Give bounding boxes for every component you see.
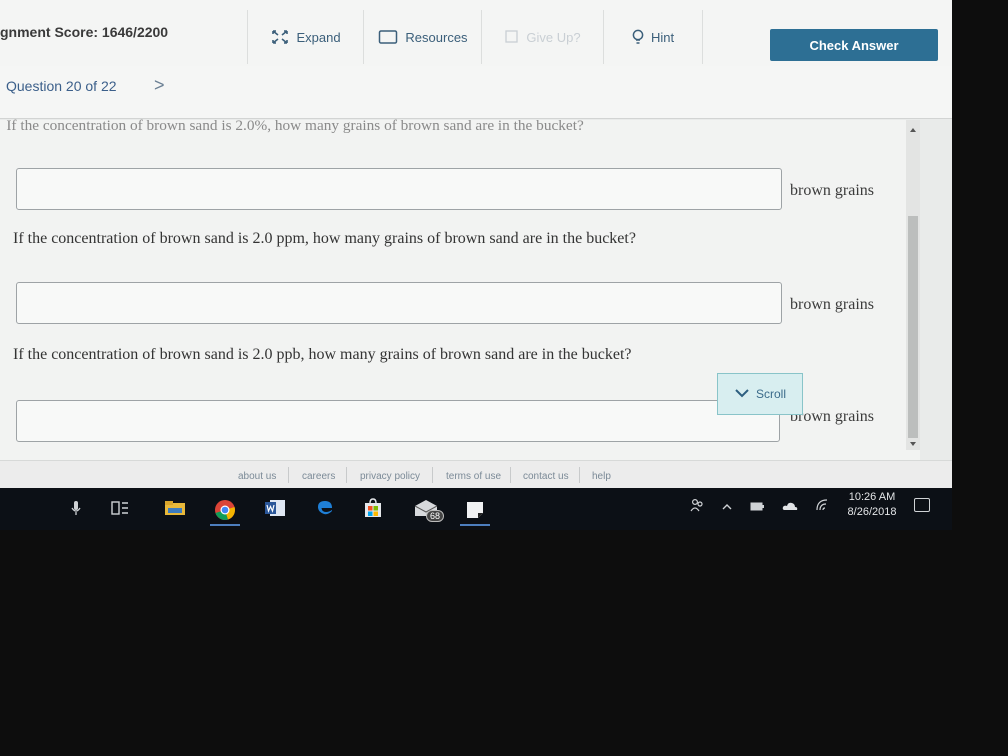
system-clock[interactable]: 10:26 AM 8/26/2018 bbox=[836, 490, 908, 520]
assignment-score: gnment Score: 1646/2200 bbox=[0, 24, 169, 40]
wifi-icon[interactable] bbox=[816, 499, 830, 514]
footer-divider bbox=[432, 467, 433, 483]
people-icon[interactable] bbox=[690, 498, 704, 515]
expand-label: Expand bbox=[296, 29, 341, 45]
answer-unit-2: brown grains bbox=[790, 296, 874, 313]
chrome-icon[interactable] bbox=[210, 496, 240, 526]
expand-button[interactable]: Expand bbox=[247, 10, 364, 64]
onedrive-icon[interactable] bbox=[782, 500, 798, 514]
hint-label: Hint bbox=[650, 29, 675, 45]
answer-input-1[interactable] bbox=[16, 168, 782, 210]
lightbulb-icon bbox=[632, 29, 644, 46]
scroll-button[interactable]: Scroll bbox=[717, 373, 803, 415]
scroll-down-arrow-icon[interactable] bbox=[910, 442, 916, 446]
scrollbar-thumb[interactable] bbox=[908, 216, 918, 438]
system-tray bbox=[690, 498, 830, 515]
footer-divider bbox=[579, 467, 580, 483]
question-content: If the concentration of brown sand is 2.… bbox=[0, 118, 920, 460]
notification-center-icon[interactable] bbox=[914, 498, 930, 512]
question-counter[interactable]: Question 20 of 22 bbox=[6, 78, 117, 94]
footer-link-contact[interactable]: contact us bbox=[523, 471, 569, 482]
answer-unit-1: brown grains bbox=[790, 182, 874, 199]
chevron-up-icon[interactable] bbox=[722, 500, 732, 514]
store-icon[interactable] bbox=[360, 496, 386, 520]
task-view-icon[interactable] bbox=[108, 496, 132, 520]
assignment-toolbar: gnment Score: 1646/2200 Expand Resources… bbox=[0, 0, 952, 67]
footer-link-careers[interactable]: careers bbox=[302, 471, 335, 482]
chevron-down-icon bbox=[734, 387, 750, 401]
check-answer-button[interactable]: Check Answer bbox=[770, 29, 938, 61]
file-explorer-icon[interactable] bbox=[162, 496, 188, 520]
battery-icon[interactable] bbox=[750, 500, 764, 514]
clock-time: 10:26 AM bbox=[848, 491, 896, 503]
partially-hidden-question: If the concentration of brown sand is 2.… bbox=[6, 118, 584, 134]
scroll-label: Scroll bbox=[755, 387, 786, 401]
resources-label: Resources bbox=[405, 29, 468, 45]
word-icon[interactable] bbox=[262, 496, 288, 520]
scroll-up-arrow-icon[interactable] bbox=[910, 128, 916, 132]
footer-divider bbox=[288, 467, 289, 483]
folder-icon bbox=[378, 29, 398, 45]
footer-link-help[interactable]: help bbox=[592, 471, 611, 482]
give-up-label: Give Up? bbox=[526, 29, 581, 45]
question-ppb: If the concentration of brown sand is 2.… bbox=[13, 346, 632, 363]
next-question-button[interactable]: > bbox=[154, 75, 165, 96]
windows-taskbar: 68 10:26 AM 8/26/2018 bbox=[0, 488, 952, 530]
resources-button[interactable]: Resources bbox=[363, 10, 482, 64]
answer-input-2[interactable] bbox=[16, 282, 782, 324]
flag-icon bbox=[505, 30, 519, 44]
page-footer: about us careers privacy policy terms of… bbox=[0, 460, 952, 489]
question-navigation: Question 20 of 22 > bbox=[0, 66, 952, 119]
footer-link-about[interactable]: about us bbox=[238, 471, 276, 482]
mail-icon[interactable]: 68 bbox=[410, 496, 445, 522]
footer-link-privacy[interactable]: privacy policy bbox=[360, 471, 420, 482]
footer-divider bbox=[510, 467, 511, 483]
expand-icon bbox=[271, 29, 289, 45]
hint-button[interactable]: Hint bbox=[603, 10, 703, 64]
mail-badge: 68 bbox=[426, 510, 445, 522]
microphone-icon[interactable] bbox=[64, 496, 88, 520]
clock-date: 8/26/2018 bbox=[847, 506, 897, 518]
answer-input-3[interactable] bbox=[16, 400, 780, 442]
footer-divider bbox=[346, 467, 347, 483]
vertical-scrollbar[interactable] bbox=[906, 120, 920, 450]
edge-icon[interactable] bbox=[312, 496, 338, 520]
question-ppm: If the concentration of brown sand is 2.… bbox=[13, 230, 636, 247]
footer-link-terms[interactable]: terms of use bbox=[446, 471, 501, 482]
browser-screen: gnment Score: 1646/2200 Expand Resources… bbox=[0, 0, 952, 530]
sticky-notes-icon[interactable] bbox=[460, 496, 490, 526]
give-up-button[interactable]: Give Up? bbox=[481, 10, 604, 64]
